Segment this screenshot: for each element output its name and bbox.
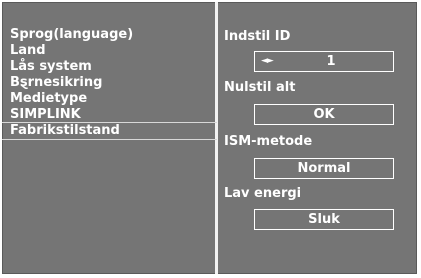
menu-item-simplink[interactable]: SIMPLINK — [10, 107, 133, 123]
menu-item-sprog[interactable]: Sprog(language) — [10, 27, 133, 43]
left-right-arrows-icon[interactable]: ◄► — [261, 52, 274, 71]
menu-item-medietype[interactable]: Medietype — [10, 91, 133, 107]
menu-item-fabrikstilstand[interactable]: Fabrikstilstand — [1, 122, 218, 140]
osd-screen: Sprog(language) Land Lås system Bȿrnesik… — [0, 0, 421, 278]
ism-metode-select[interactable]: Normal — [254, 158, 394, 179]
lav-energi-label: Lav energi — [224, 186, 302, 201]
ism-metode-label: ISM-metode — [224, 134, 313, 149]
menu-item-land[interactable]: Land — [10, 43, 133, 59]
indstil-id-label: Indstil ID — [224, 29, 291, 44]
lav-energi-select[interactable]: Sluk — [254, 209, 394, 230]
menu-item-las-system[interactable]: Lås system — [10, 59, 133, 75]
indstil-id-value: 1 — [326, 54, 336, 69]
nulstil-alt-label: Nulstil alt — [224, 80, 296, 95]
menu-item-bornesikring[interactable]: Bȿrnesikring — [10, 75, 133, 91]
settings-menu: Sprog(language) Land Lås system Bȿrnesik… — [1, 27, 218, 140]
indstil-id-field[interactable]: ◄► 1 — [254, 51, 394, 72]
panel-divider — [215, 2, 218, 274]
nulstil-alt-button[interactable]: OK — [254, 104, 394, 125]
